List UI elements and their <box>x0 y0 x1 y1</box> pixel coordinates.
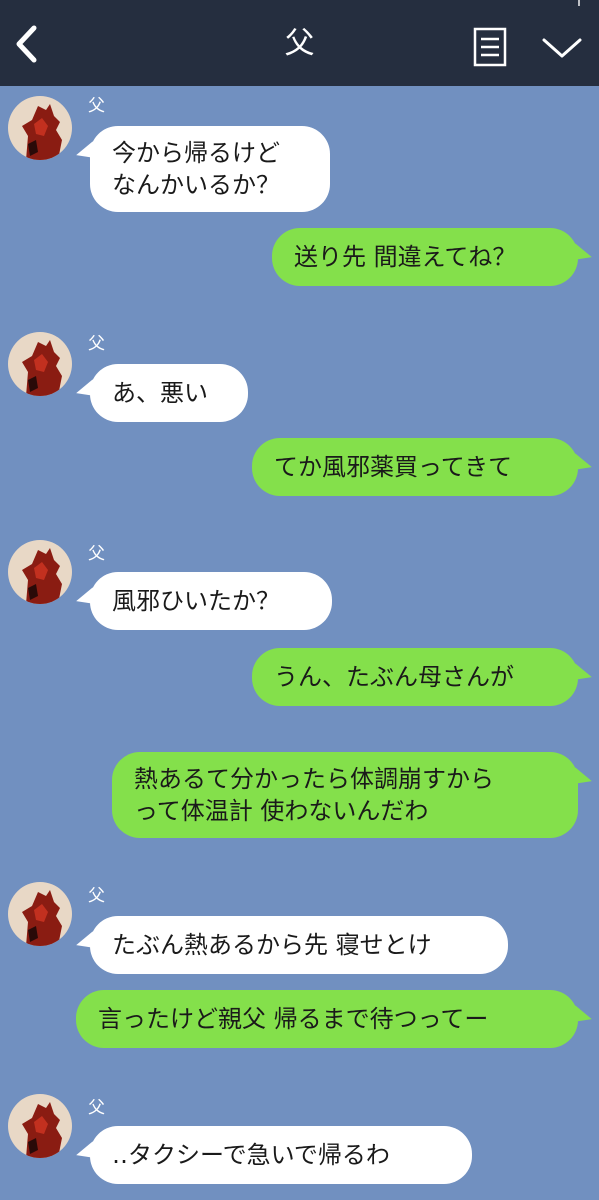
chat-header: 父 <box>0 0 599 86</box>
sender-name: 父 <box>88 544 105 564</box>
chevron-down-icon <box>542 38 582 58</box>
message-text: うん、たぶん母さんが <box>274 663 514 691</box>
avatar-icon <box>8 96 72 160</box>
message-bubble-incoming[interactable]: ‥タクシーで急いで帰るわ <box>90 1126 472 1184</box>
avatar[interactable] <box>8 540 72 604</box>
message-text: なんかいるか？ <box>112 171 280 199</box>
message-text: って体温計 使わないんだわ <box>134 797 429 825</box>
avatar-icon <box>8 1094 72 1158</box>
message-bubble-incoming[interactable]: あ、悪い <box>90 364 248 422</box>
avatar[interactable] <box>8 882 72 946</box>
avatar[interactable] <box>8 96 72 160</box>
message-text: 言ったけど親父 帰るまで待つってー <box>98 1005 489 1033</box>
message-bubble-incoming[interactable]: たぶん熱あるから先 寝せとけ <box>90 916 508 974</box>
message-text: ‥タクシーで急いで帰るわ <box>112 1141 390 1169</box>
message-text: 送り先 間違えてね？ <box>294 243 517 271</box>
avatar-icon <box>8 332 72 396</box>
message-text: たぶん熱あるから先 寝せとけ <box>112 931 432 959</box>
sender-name: 父 <box>88 96 105 116</box>
message-bubble-outgoing[interactable]: 言ったけど親父 帰るまで待つってー <box>76 990 578 1048</box>
notes-icon <box>473 27 507 67</box>
message-bubble-incoming[interactable]: 風邪ひいたか？ <box>90 572 332 630</box>
message-bubble-outgoing[interactable]: 送り先 間違えてね？ <box>272 228 578 286</box>
sender-name: 父 <box>88 886 105 906</box>
avatar[interactable] <box>8 1094 72 1158</box>
message-bubble-outgoing[interactable]: てか風邪薬買ってきて <box>252 438 578 496</box>
header-divider <box>578 0 580 6</box>
avatar[interactable] <box>8 332 72 396</box>
message-bubble-incoming[interactable]: 今から帰るけど なんかいるか？ <box>90 126 330 212</box>
message-bubble-outgoing[interactable]: 熱あるて分かったら体調崩すから って体温計 使わないんだわ <box>112 752 578 838</box>
message-bubble-outgoing[interactable]: うん、たぶん母さんが <box>252 648 578 706</box>
sender-name: 父 <box>88 334 105 354</box>
message-text: 熱あるて分かったら体調崩すから <box>134 765 494 793</box>
dropdown-button[interactable] <box>538 34 586 64</box>
notes-menu-button[interactable] <box>470 26 510 68</box>
message-text: あ、悪い <box>112 379 208 407</box>
chat-area[interactable]: 父 今から帰るけど なんかいるか？ 送り先 間違えてね？ 父 あ、悪い てか風邪… <box>0 86 599 1200</box>
avatar-icon <box>8 540 72 604</box>
message-text: 風邪ひいたか？ <box>112 587 280 615</box>
message-text: てか風邪薬買ってきて <box>274 453 513 481</box>
avatar-icon <box>8 882 72 946</box>
sender-name: 父 <box>88 1098 105 1118</box>
message-text: 今から帰るけど <box>112 139 280 167</box>
